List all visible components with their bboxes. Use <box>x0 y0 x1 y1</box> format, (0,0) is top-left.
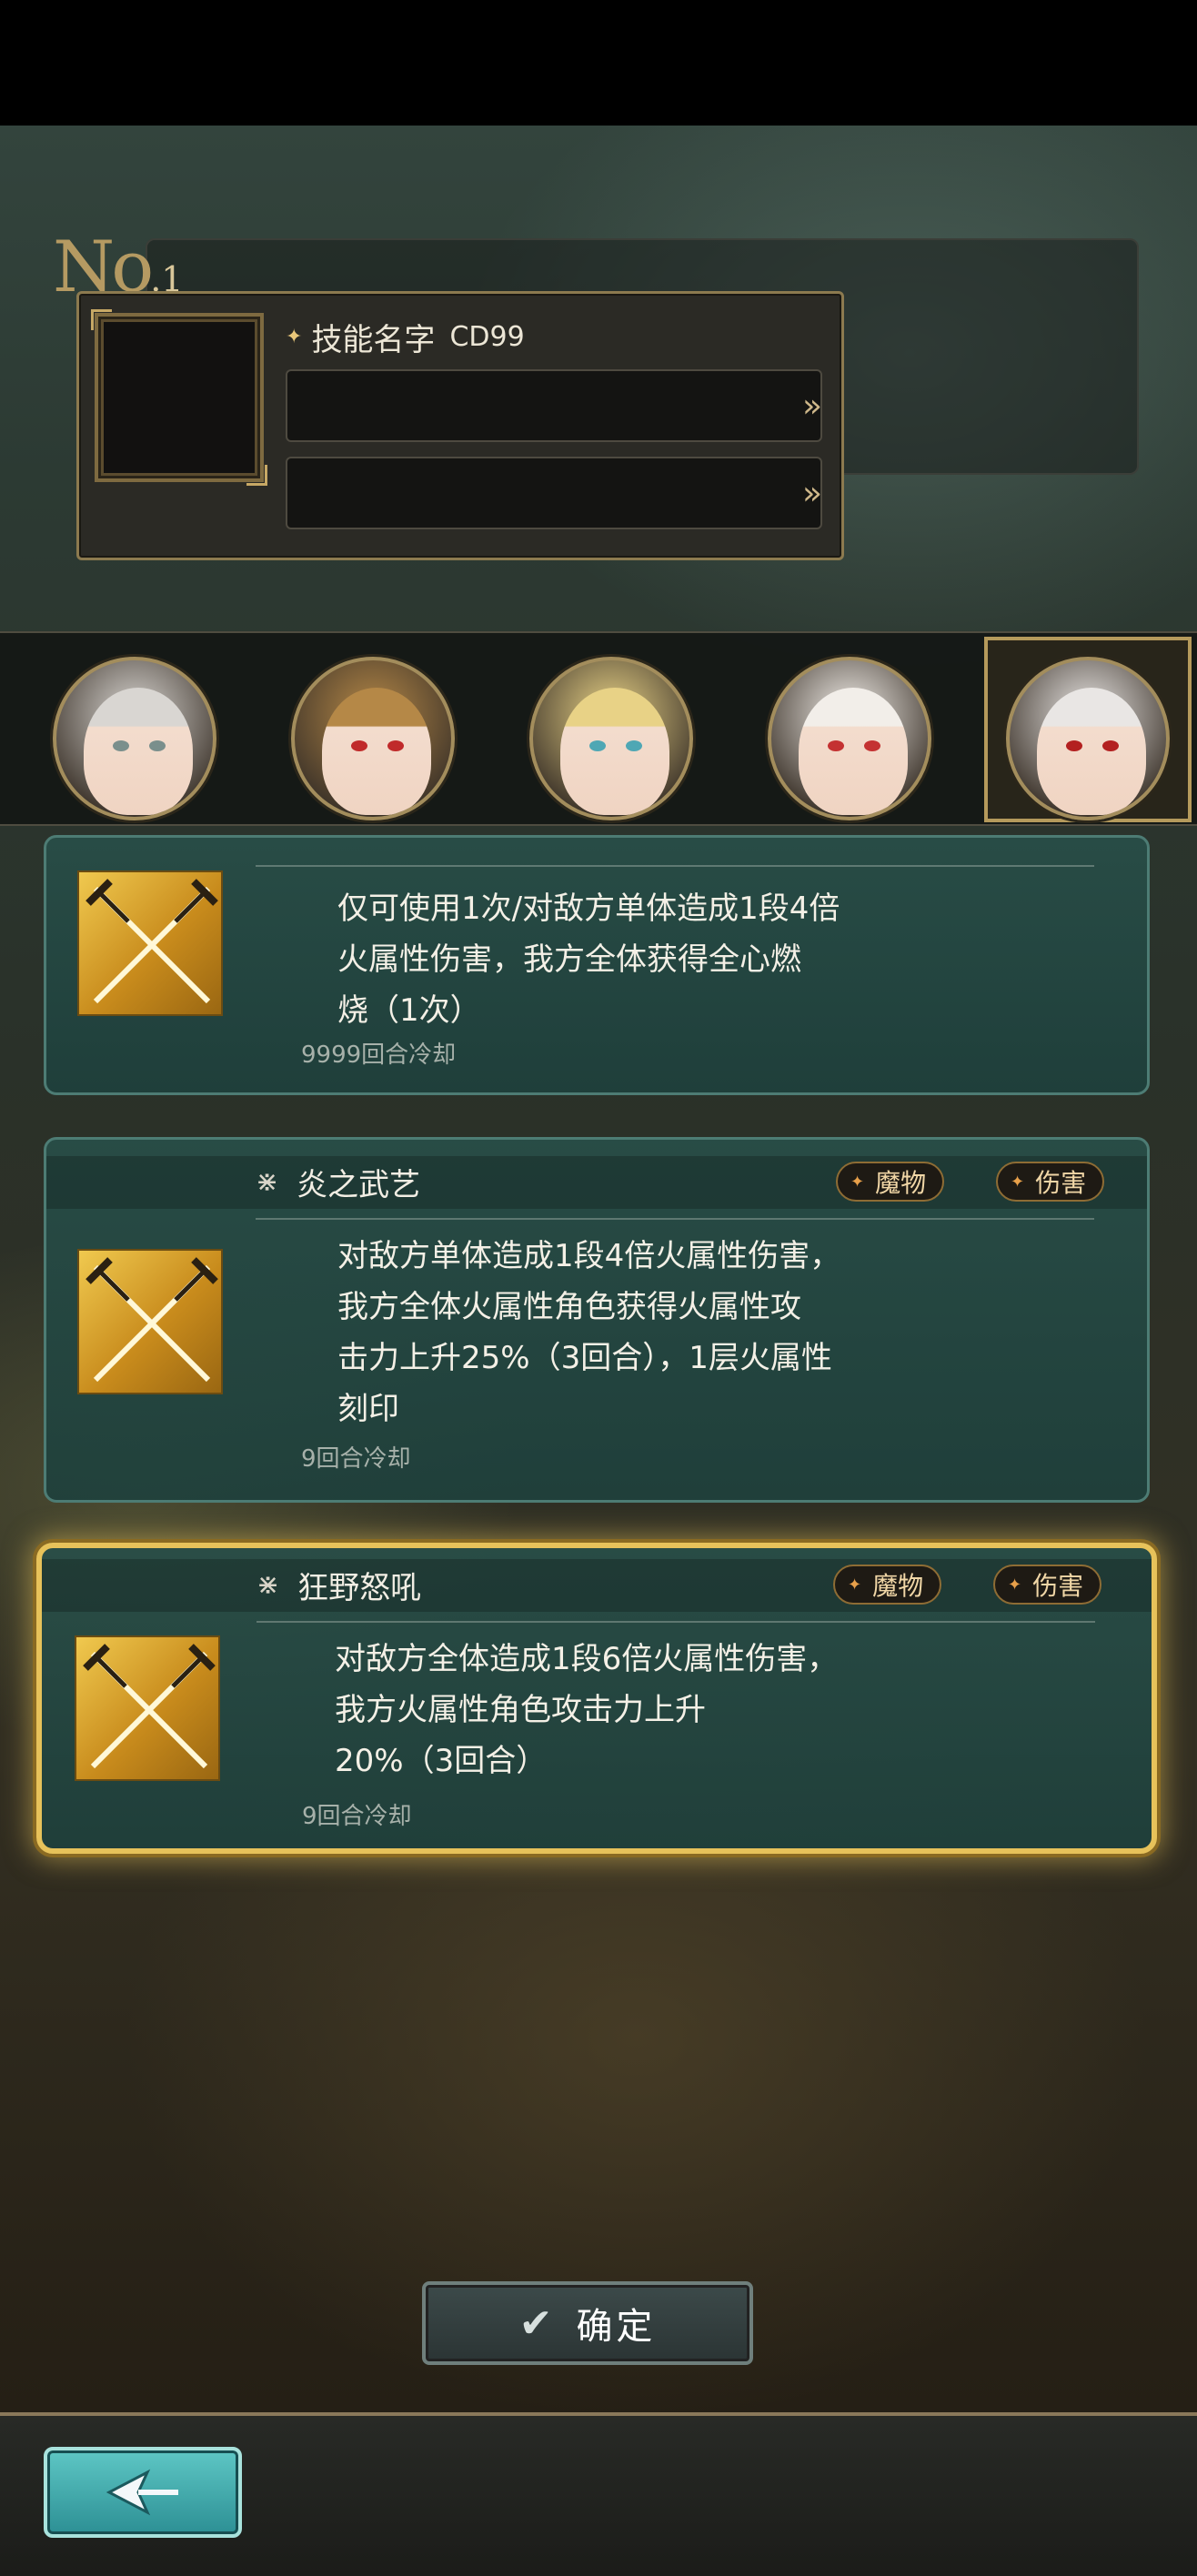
skill-card-3-selected[interactable]: ⋇ 狂野怒吼 ✦ 魔物 ✦ 伤害 对敌方全体造成1段6倍火属性伤害， 我方火属性角色… <box>36 1543 1157 1854</box>
avatar-eye <box>864 740 880 751</box>
avatar-eye <box>626 740 642 751</box>
diamond-icon: ✦ <box>1008 1575 1022 1595</box>
avatar-face <box>799 688 908 815</box>
skill-cooldown: 9回合冷却 <box>301 1445 411 1473</box>
skill-slot-2[interactable]: » <box>286 457 822 529</box>
avatar-face <box>1037 688 1146 815</box>
card-name-row: ⋇ 炎之武艺 <box>256 1160 420 1203</box>
tag-damage: ✦ 伤害 <box>993 1565 1102 1605</box>
avatar-eye <box>351 740 367 751</box>
avatar-eye <box>113 740 129 751</box>
crossed-swords-icon <box>77 1249 223 1394</box>
skill-description: 对敌方全体造成1段6倍火属性伤害， 我方火属性角色攻击力上升 20%（3回合） <box>335 1641 839 1779</box>
skill-description: 仅可使用1次/对敌方单体造成1段4倍 火属性伤害，我方全体获得全心燃 烧（1次） <box>337 891 840 1029</box>
avatar-eye <box>149 740 166 751</box>
skill-cd: CD99 <box>449 321 525 353</box>
avatar-face <box>84 688 193 815</box>
diamond-icon: ✦ <box>848 1575 862 1595</box>
avatar-character-3[interactable] <box>529 657 693 820</box>
diamond-icon: ✦ <box>286 326 303 348</box>
avatar-eye <box>387 740 404 751</box>
skill-name-row: ✦ 技能名字 CD99 <box>286 315 525 359</box>
diamond-icon: ✦ <box>850 1172 865 1192</box>
avatar-character-1[interactable] <box>53 657 216 820</box>
crossed-swords-icon <box>77 870 223 1016</box>
avatar-character-5[interactable] <box>1006 657 1170 820</box>
skill-description: 对敌方单体造成1段4倍火属性伤害， 我方全体火属性角色获得火属性攻 击力上升25… <box>337 1238 841 1427</box>
double-chevron-icon: » <box>801 475 822 512</box>
skill-name: 狂野怒吼 <box>297 1569 422 1606</box>
crossed-swords-glyph <box>83 1644 216 1769</box>
avatar-face <box>560 688 669 815</box>
tag-monster: ✦ 魔物 <box>836 1162 945 1202</box>
confirm-label: 确定 <box>576 2306 657 2348</box>
avatar-eye <box>828 740 844 751</box>
skill-icon-frame[interactable] <box>91 309 267 486</box>
skill-card-2[interactable]: ⋇ 炎之武艺 ✦ 魔物 ✦ 伤害 对敌方单体造成1段4倍火属性伤害， 我方全体火属性… <box>44 1137 1150 1503</box>
skill-card-1[interactable]: 仅可使用1次/对敌方单体造成1段4倍 火属性伤害，我方全体获得全心燃 烧（1次）… <box>44 835 1150 1095</box>
avatar-eye <box>1066 740 1082 751</box>
avatar-character-2[interactable] <box>291 657 455 820</box>
avatar-face <box>322 688 431 815</box>
card-divider <box>256 1218 1094 1220</box>
card-header-band <box>42 1559 1152 1612</box>
card-divider <box>256 1621 1095 1623</box>
crossed-swords-glyph <box>86 1257 218 1383</box>
confirm-button[interactable]: ✔ 确定 <box>422 2281 753 2365</box>
check-icon: ✔ <box>518 2299 553 2347</box>
avatar-eye <box>1102 740 1119 751</box>
tag-damage: ✦ 伤害 <box>996 1162 1105 1202</box>
skill-slot-1[interactable]: » <box>286 369 822 442</box>
status-bar <box>0 0 1197 126</box>
back-arrow-icon <box>106 2469 178 2516</box>
sparkle-icon: ⋇ <box>256 1165 279 1198</box>
diamond-icon: ✦ <box>1011 1172 1025 1192</box>
skill-cooldown: 9回合冷却 <box>302 1803 412 1830</box>
crossed-swords-icon <box>75 1635 220 1781</box>
avatar-eye <box>589 740 606 751</box>
card-divider <box>256 865 1094 867</box>
sparkle-icon: ⋇ <box>256 1568 280 1601</box>
crossed-swords-glyph <box>86 879 218 1004</box>
skill-name: 炎之武艺 <box>297 1166 421 1203</box>
back-button[interactable] <box>44 2447 242 2538</box>
tag-monster: ✦ 魔物 <box>833 1565 942 1605</box>
skill-cooldown: 9999回合冷却 <box>301 1041 457 1069</box>
double-chevron-icon: » <box>801 387 822 425</box>
avatar-character-4[interactable] <box>768 657 931 820</box>
skill-name: 技能名字 <box>311 322 436 358</box>
card-header-band <box>46 1156 1147 1209</box>
card-name-row: ⋇ 狂野怒吼 <box>256 1563 421 1606</box>
